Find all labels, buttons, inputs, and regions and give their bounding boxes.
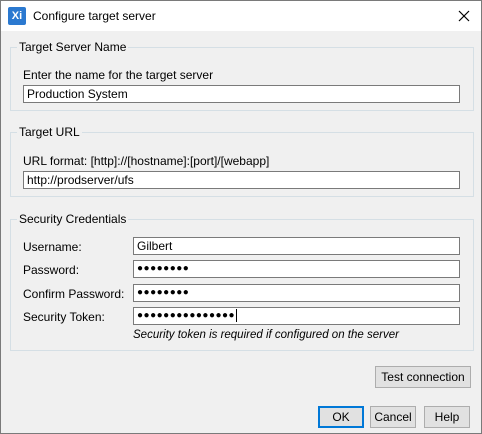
password-label: Password:	[23, 263, 80, 277]
text-caret	[236, 308, 238, 322]
target-server-name-legend: Target Server Name	[17, 40, 129, 54]
security-token-label: Security Token:	[23, 310, 105, 324]
close-button[interactable]	[453, 5, 475, 27]
security-token-hint: Security token is required if configured…	[133, 329, 399, 341]
url-format-hint: URL format: [http]://[hostname]:[port]/[…	[23, 154, 270, 168]
title-bar[interactable]: Xi Configure target server	[1, 1, 481, 31]
url-input[interactable]: http://prodserver/ufs	[23, 171, 460, 189]
ok-button[interactable]: OK	[318, 406, 364, 428]
password-input[interactable]: ●●●●●●●●	[133, 260, 460, 278]
help-button[interactable]: Help	[424, 406, 470, 428]
server-name-prompt: Enter the name for the target server	[23, 68, 214, 82]
close-icon	[458, 10, 470, 22]
cancel-button[interactable]: Cancel	[370, 406, 416, 428]
target-url-group: Target URL URL format: [http]://[hostnam…	[10, 125, 474, 197]
window-title: Configure target server	[33, 9, 156, 23]
security-token-value: ●●●●●●●●●●●●●●●	[137, 310, 236, 321]
target-server-name-group: Target Server Name Enter the name for th…	[10, 40, 474, 111]
confirm-password-label: Confirm Password:	[23, 287, 125, 301]
confirm-password-input[interactable]: ●●●●●●●●	[133, 284, 460, 302]
username-input[interactable]: Gilbert	[133, 237, 460, 255]
app-icon: Xi	[8, 7, 26, 25]
target-url-legend: Target URL	[17, 125, 82, 139]
security-token-input[interactable]: ●●●●●●●●●●●●●●●	[133, 307, 460, 325]
dialog-window: Xi Configure target server Target Server…	[0, 0, 482, 434]
server-name-input[interactable]: Production System	[23, 85, 460, 103]
security-credentials-legend: Security Credentials	[17, 212, 129, 226]
username-label: Username:	[23, 240, 82, 254]
test-connection-button[interactable]: Test connection	[375, 366, 471, 388]
security-credentials-group: Security Credentials Username: Gilbert P…	[10, 212, 474, 351]
